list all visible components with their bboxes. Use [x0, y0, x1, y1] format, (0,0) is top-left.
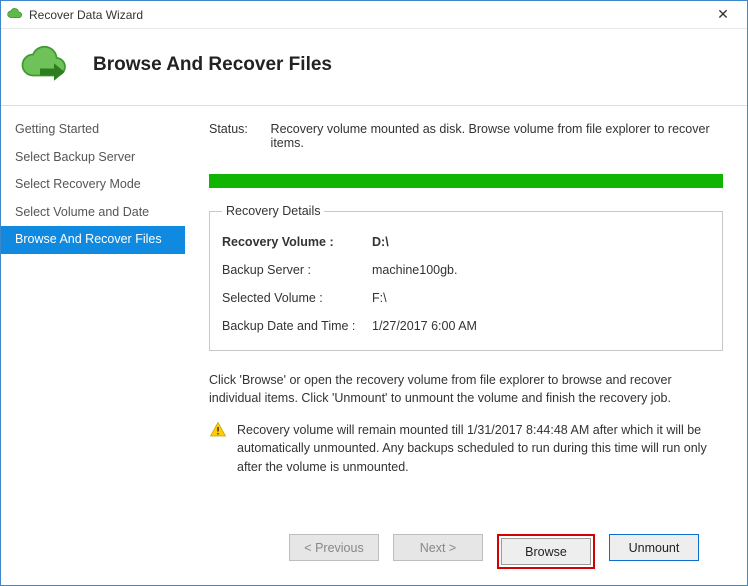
warning-text: Recovery volume will remain mounted till…: [237, 421, 723, 475]
sidebar-item-select-recovery-mode[interactable]: Select Recovery Mode: [1, 171, 185, 199]
backup-datetime-label: Backup Date and Time :: [222, 319, 372, 333]
warning-icon: [209, 421, 227, 439]
recovery-volume-label: Recovery Volume :: [222, 235, 372, 249]
titlebar: Recover Data Wizard ✕: [1, 1, 747, 29]
sidebar-item-select-backup-server[interactable]: Select Backup Server: [1, 144, 185, 172]
detail-backup-server: Backup Server : machine100gb.: [222, 256, 710, 284]
wizard-main: Status: Recovery volume mounted as disk.…: [185, 106, 747, 585]
status-label: Status:: [209, 122, 257, 150]
wizard-footer: < Previous Next > Browse Unmount: [209, 524, 723, 585]
cloud-icon: [7, 7, 23, 23]
progress-bar: [209, 174, 723, 188]
selected-volume-value: F:\: [372, 291, 387, 305]
detail-backup-datetime: Backup Date and Time : 1/27/2017 6:00 AM: [222, 312, 710, 340]
previous-button: < Previous: [289, 534, 379, 561]
cloud-recover-icon: [19, 43, 75, 87]
backup-server-value: machine100gb.: [372, 263, 457, 277]
sidebar-item-getting-started[interactable]: Getting Started: [1, 116, 185, 144]
wizard-window: Recover Data Wizard ✕ Browse And Recover…: [0, 0, 748, 586]
status-row: Status: Recovery volume mounted as disk.…: [209, 122, 723, 150]
selected-volume-label: Selected Volume :: [222, 291, 372, 305]
close-button[interactable]: ✕: [705, 6, 741, 23]
wizard-sidebar: Getting Started Select Backup Server Sel…: [1, 106, 185, 585]
instruction-text: Click 'Browse' or open the recovery volu…: [209, 371, 723, 407]
wizard-header: Browse And Recover Files: [1, 29, 747, 106]
backup-datetime-value: 1/27/2017 6:00 AM: [372, 319, 477, 333]
wizard-body: Getting Started Select Backup Server Sel…: [1, 106, 747, 585]
warning-row: Recovery volume will remain mounted till…: [209, 421, 723, 475]
recovery-details-group: Recovery Details Recovery Volume : D:\ B…: [209, 204, 723, 351]
browse-button[interactable]: Browse: [501, 538, 591, 565]
window-title: Recover Data Wizard: [29, 8, 705, 22]
page-title: Browse And Recover Files: [93, 54, 332, 76]
sidebar-item-select-volume-date[interactable]: Select Volume and Date: [1, 199, 185, 227]
next-button: Next >: [393, 534, 483, 561]
unmount-button[interactable]: Unmount: [609, 534, 699, 561]
browse-button-highlight: Browse: [497, 534, 595, 569]
backup-server-label: Backup Server :: [222, 263, 372, 277]
status-text: Recovery volume mounted as disk. Browse …: [271, 122, 723, 150]
sidebar-item-browse-recover[interactable]: Browse And Recover Files: [1, 226, 185, 254]
recovery-details-legend: Recovery Details: [222, 204, 324, 218]
recovery-volume-value: D:\: [372, 235, 389, 249]
detail-selected-volume: Selected Volume : F:\: [222, 284, 710, 312]
detail-recovery-volume: Recovery Volume : D:\: [222, 228, 710, 256]
